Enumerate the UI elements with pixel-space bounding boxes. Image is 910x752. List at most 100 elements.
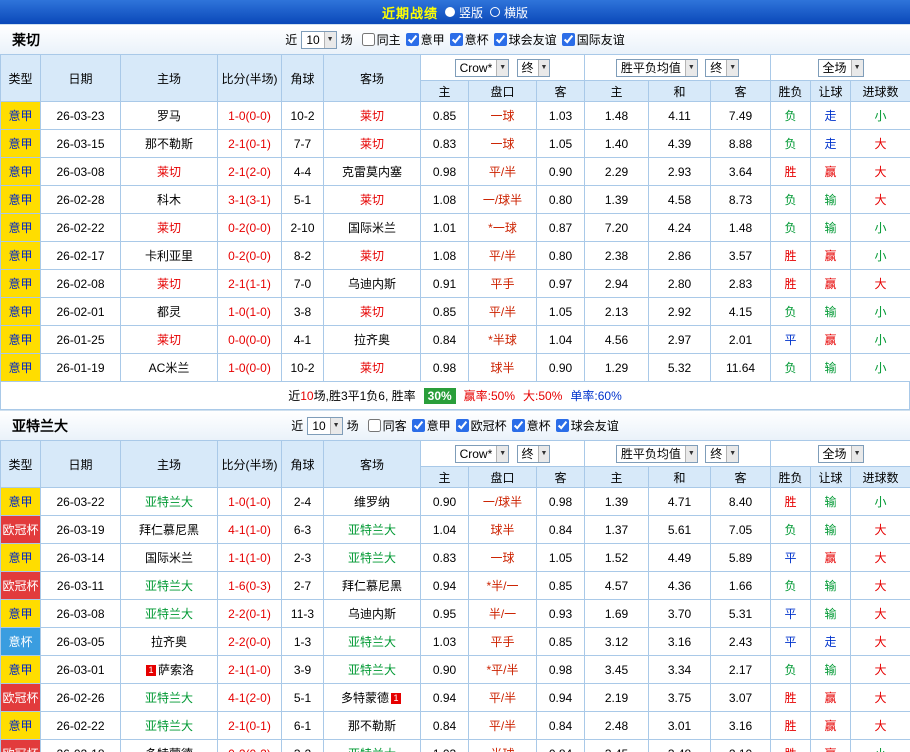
score-cell[interactable]: 1-0(0-0) [217, 101, 282, 130]
recent-count-select[interactable]: 10 ▼ [307, 416, 343, 435]
avg-state-select[interactable]: 终 ▼ [705, 444, 740, 463]
odds-state-select[interactable]: 终 ▼ [516, 58, 551, 77]
team-name-link[interactable]: 那不勒斯 [145, 137, 193, 151]
filter-checkbox-意杯[interactable]: 意杯 [449, 31, 489, 48]
team-name-link[interactable]: 莱切 [360, 249, 384, 263]
filter-checkbox-国际友谊[interactable]: 国际友谊 [561, 31, 625, 48]
team-name-link[interactable]: 拜仁慕尼黑 [342, 579, 402, 593]
score-cell[interactable]: 1-1(1-0) [217, 543, 282, 572]
checkbox-input[interactable] [361, 32, 375, 46]
team-name-link[interactable]: 卡利亚里 [145, 249, 193, 263]
odds-company-select[interactable]: Crow* ▼ [454, 58, 510, 77]
avg-type-select[interactable]: 胜平负均值 ▼ [615, 444, 698, 463]
team-name-link[interactable]: 亚特兰大 [348, 747, 396, 752]
team-name-link[interactable]: 乌迪内斯 [348, 277, 396, 291]
score-cell[interactable]: 0-0(0-0) [217, 325, 282, 354]
filter-checkbox-意杯[interactable]: 意杯 [511, 417, 551, 434]
team-name-link[interactable]: 1 萨索洛 [144, 663, 194, 677]
team-name-link[interactable]: 亚特兰大 [145, 607, 193, 621]
avg-type-select[interactable]: 胜平负均值 ▼ [615, 58, 698, 77]
vertical-layout-option[interactable]: 竖版 [444, 4, 483, 21]
team-name-link[interactable]: 乌迪内斯 [348, 607, 396, 621]
score-cell[interactable]: 1-0(1-0) [217, 297, 282, 326]
team-name-link[interactable]: 国际米兰 [348, 221, 396, 235]
match-result-cell: 负 [770, 297, 812, 326]
score-cell[interactable]: 0-2(0-2) [217, 739, 282, 752]
score-cell[interactable]: 2-1(1-1) [217, 269, 282, 298]
filter-checkbox-欧冠杯[interactable]: 欧冠杯 [455, 417, 507, 434]
odds-state-select[interactable]: 终 ▼ [516, 444, 551, 463]
score-cell[interactable]: 0-2(0-0) [217, 213, 282, 242]
team-name-link[interactable]: 莱切 [157, 277, 181, 291]
team-name-link[interactable]: 维罗纳 [354, 495, 390, 509]
checkbox-input[interactable] [455, 418, 469, 432]
team-name-link[interactable]: 亚特兰大 [348, 551, 396, 565]
team-name-link[interactable]: 亚特兰大 [145, 691, 193, 705]
team-name-link[interactable]: 亚特兰大 [348, 663, 396, 677]
filter-checkbox-同主[interactable]: 同主 [361, 31, 401, 48]
checkbox-input[interactable] [555, 418, 569, 432]
team-name-link[interactable]: 莱切 [157, 221, 181, 235]
checkbox-input[interactable] [405, 32, 419, 46]
team-name-link[interactable]: 亚特兰大 [145, 719, 193, 733]
score-cell[interactable]: 1-0(0-0) [217, 353, 282, 382]
vertical-radio-icon[interactable] [444, 7, 455, 17]
score-cell[interactable]: 2-2(0-0) [217, 627, 282, 656]
team-name-link[interactable]: 拉齐奥 [354, 333, 390, 347]
scope-select[interactable]: 全场 ▼ [817, 444, 864, 463]
team-name-link[interactable]: 亚特兰大 [348, 635, 396, 649]
filter-checkbox-球会友谊[interactable]: 球会友谊 [555, 417, 619, 434]
scope-select[interactable]: 全场 ▼ [817, 58, 864, 77]
team-name-link[interactable]: 多特蒙德 [145, 747, 193, 752]
score-cell[interactable]: 2-1(0-1) [217, 129, 282, 158]
filter-checkbox-意甲[interactable]: 意甲 [405, 31, 445, 48]
score-cell[interactable]: 3-1(3-1) [217, 185, 282, 214]
team-name-link[interactable]: 莱切 [360, 193, 384, 207]
team-name-link[interactable]: 亚特兰大 [145, 579, 193, 593]
score-cell[interactable]: 2-1(2-0) [217, 157, 282, 186]
team-name-link[interactable]: 那不勒斯 [348, 719, 396, 733]
team-name-link[interactable]: 莱切 [360, 109, 384, 123]
team-name-link[interactable]: 科木 [157, 193, 181, 207]
recent-count-select[interactable]: 10 ▼ [301, 30, 337, 49]
sub-header-avg-away: 客 [710, 466, 772, 488]
match-result-cell: 负 [770, 185, 812, 214]
team-name-link[interactable]: 莱切 [157, 333, 181, 347]
filter-checkbox-同客[interactable]: 同客 [367, 417, 407, 434]
checkbox-input[interactable] [561, 32, 575, 46]
team-name-link[interactable]: 莱切 [360, 137, 384, 151]
filter-checkbox-球会友谊[interactable]: 球会友谊 [493, 31, 557, 48]
team-name-link[interactable]: 莱切 [360, 305, 384, 319]
filter-checkbox-意甲[interactable]: 意甲 [411, 417, 451, 434]
avg-state-select[interactable]: 终 ▼ [705, 58, 740, 77]
checkbox-input[interactable] [493, 32, 507, 46]
checkbox-input[interactable] [449, 32, 463, 46]
horizontal-radio-icon[interactable] [490, 7, 500, 17]
team-name-link[interactable]: 拉齐奥 [151, 635, 187, 649]
team-name-link[interactable]: 莱切 [157, 165, 181, 179]
score-cell[interactable]: 4-1(2-0) [217, 683, 282, 712]
score-cell[interactable]: 2-1(1-0) [217, 655, 282, 684]
team-name-link[interactable]: 莱切 [360, 361, 384, 375]
team-name-link[interactable]: 拜仁慕尼黑 [139, 523, 199, 537]
score-cell[interactable]: 1-6(0-3) [217, 571, 282, 600]
handicap-cell: 一/球半 [468, 185, 537, 214]
score-cell[interactable]: 1-0(1-0) [217, 487, 282, 516]
score-cell[interactable]: 2-1(0-1) [217, 711, 282, 740]
odds-company-select[interactable]: Crow* ▼ [454, 444, 510, 463]
horizontal-layout-option[interactable]: 横版 [490, 4, 528, 21]
score-cell[interactable]: 4-1(1-0) [217, 515, 282, 544]
checkbox-input[interactable] [511, 418, 525, 432]
team-name-link[interactable]: 亚特兰大 [348, 523, 396, 537]
score-cell[interactable]: 0-2(0-0) [217, 241, 282, 270]
score-cell[interactable]: 2-2(0-1) [217, 599, 282, 628]
team-name-link[interactable]: 都灵 [157, 305, 181, 319]
checkbox-input[interactable] [411, 418, 425, 432]
team-name-link[interactable]: AC米兰 [149, 361, 190, 375]
team-name-link[interactable]: 罗马 [157, 109, 181, 123]
checkbox-input[interactable] [367, 418, 381, 432]
team-name-link[interactable]: 亚特兰大 [145, 495, 193, 509]
team-name-link[interactable]: 国际米兰 [145, 551, 193, 565]
team-name-link[interactable]: 多特蒙德 1 [341, 691, 403, 705]
team-name-link[interactable]: 克雷莫内塞 [342, 165, 402, 179]
